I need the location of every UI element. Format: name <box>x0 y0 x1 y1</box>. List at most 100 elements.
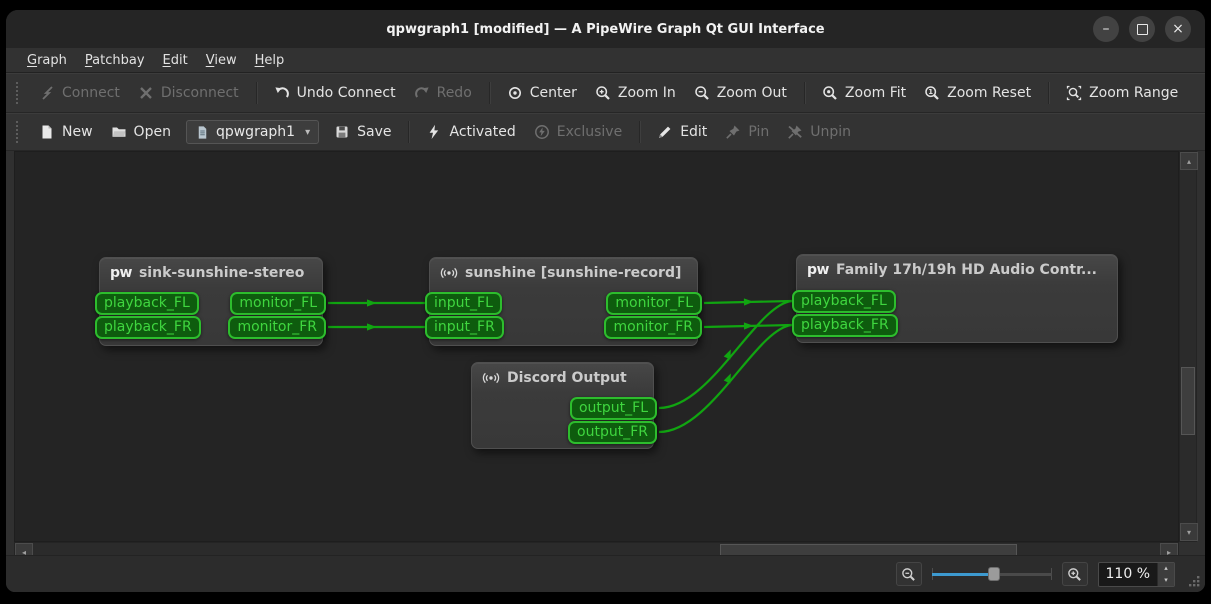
unpin-button[interactable]: Unpin <box>778 119 860 145</box>
zoom-percent-spinbox[interactable]: 110 % ▴ ▾ <box>1098 562 1175 587</box>
app-window: qpwgraph1 [modified] — A PipeWire Graph … <box>6 10 1205 592</box>
window-controls: – × <box>1093 16 1191 42</box>
scroll-down-button[interactable]: ▾ <box>1180 523 1198 541</box>
menu-view[interactable]: View <box>197 51 246 70</box>
connect-button[interactable]: Connect <box>30 80 129 106</box>
maximize-icon <box>1137 24 1148 35</box>
disconnect-icon <box>138 85 154 101</box>
zoom-range-button[interactable]: Zoom Range <box>1057 80 1187 106</box>
zoom-percent-value[interactable]: 110 % <box>1099 563 1157 586</box>
toolbar-main: Connect Disconnect Undo Connect Redo Cen… <box>6 73 1205 113</box>
port-input[interactable]: playback_FL <box>792 290 896 313</box>
port-input[interactable]: playback_FR <box>792 314 898 337</box>
pin-icon <box>725 124 741 140</box>
zoom-fit-icon <box>822 85 838 101</box>
arrow-down-icon: ▾ <box>1158 576 1174 584</box>
port-output[interactable]: output_FL <box>570 397 657 420</box>
port-output[interactable]: monitor_FR <box>228 316 326 339</box>
toolbar-separator <box>639 121 640 143</box>
save-button[interactable]: Save <box>325 119 400 145</box>
close-button[interactable]: × <box>1165 16 1191 42</box>
toolbar-drag-handle[interactable] <box>16 82 22 104</box>
center-icon <box>507 85 523 101</box>
arrow-down-icon: ▾ <box>1187 528 1191 537</box>
zoom-slider[interactable] <box>932 564 1052 584</box>
cable-arrow-icon <box>744 298 754 305</box>
undo-icon <box>274 85 290 101</box>
port-input[interactable]: input_FL <box>425 292 502 315</box>
titlebar[interactable]: qpwgraph1 [modified] — A PipeWire Graph … <box>6 10 1205 48</box>
patchbay-combobox-value: qpwgraph1 <box>216 124 295 140</box>
port-output[interactable]: monitor_FL <box>230 292 326 315</box>
center-button[interactable]: Center <box>498 80 586 106</box>
menu-graph[interactable]: Graph <box>18 51 76 70</box>
zoom-reset-button[interactable]: 1 Zoom Reset <box>915 80 1040 106</box>
port-input[interactable]: playback_FL <box>95 292 199 315</box>
menu-patchbay[interactable]: Patchbay <box>76 51 154 70</box>
node-header[interactable]: pw Family 17h/19h HD Audio Contr... <box>797 255 1117 285</box>
zoom-out-small-button[interactable] <box>896 562 922 586</box>
port-input[interactable]: playback_FR <box>95 316 201 339</box>
vertical-scroll-thumb[interactable] <box>1181 367 1195 435</box>
node-header[interactable]: pw sink-sunshine-stereo <box>100 258 322 288</box>
save-icon <box>334 124 350 140</box>
open-folder-icon <box>111 124 127 140</box>
port-output[interactable]: monitor_FR <box>604 316 702 339</box>
statusbar: 110 % ▴ ▾ <box>6 555 1205 592</box>
new-button[interactable]: New <box>30 119 102 145</box>
svg-text:1: 1 <box>928 88 933 96</box>
edit-pencil-icon <box>657 124 673 140</box>
node-title: sunshine [sunshine-record] <box>465 265 681 281</box>
spin-up-button[interactable]: ▴ <box>1158 563 1174 575</box>
scroll-up-button[interactable]: ▴ <box>1180 152 1198 170</box>
toolbar-separator <box>408 121 409 143</box>
node-title: Family 17h/19h HD Audio Contr... <box>836 262 1097 278</box>
toolbar-drag-handle[interactable] <box>16 121 22 143</box>
broadcast-icon <box>482 370 500 386</box>
maximize-button[interactable] <box>1129 16 1155 42</box>
menu-edit[interactable]: Edit <box>154 51 197 70</box>
graph-viewport[interactable]: pw sink-sunshine-stereo sunshine [sunshi… <box>14 151 1179 542</box>
activated-button[interactable]: Activated <box>417 119 524 145</box>
edit-button[interactable]: Edit <box>648 119 716 145</box>
port-input[interactable]: input_FR <box>425 316 504 339</box>
minimize-icon: – <box>1103 22 1110 36</box>
exclusive-button[interactable]: Exclusive <box>525 119 631 145</box>
vertical-scrollbar[interactable]: ▴ ▾ <box>1179 151 1197 542</box>
zoom-in-icon <box>595 85 611 101</box>
connect-icon <box>39 85 55 101</box>
node-header[interactable]: sunshine [sunshine-record] <box>430 258 697 288</box>
port-output[interactable]: monitor_FL <box>606 292 702 315</box>
toolbar-separator <box>489 82 490 104</box>
patchbay-combobox[interactable]: qpwgraph1 ▾ <box>186 120 319 144</box>
zoom-fit-button[interactable]: Zoom Fit <box>813 80 915 106</box>
menubar: Graph Patchbay Edit View Help <box>6 48 1205 73</box>
cable-arrow-icon <box>367 323 377 330</box>
pin-button[interactable]: Pin <box>716 119 778 145</box>
unpin-icon <box>787 124 803 140</box>
zoom-in-button[interactable]: Zoom In <box>586 80 685 106</box>
pipewire-icon: pw <box>807 262 829 278</box>
zoom-in-small-button[interactable] <box>1062 562 1088 586</box>
disconnect-button[interactable]: Disconnect <box>129 80 248 106</box>
redo-button[interactable]: Redo <box>405 80 481 106</box>
toolbar-file: New Open qpwgraph1 ▾ Save Activated Excl… <box>6 113 1205 151</box>
zoom-out-button[interactable]: Zoom Out <box>685 80 796 106</box>
undo-connect-button[interactable]: Undo Connect <box>265 80 405 106</box>
slider-handle[interactable] <box>988 567 1000 581</box>
menu-help[interactable]: Help <box>246 51 294 70</box>
open-button[interactable]: Open <box>102 119 180 145</box>
cable-arrow-icon <box>367 299 377 306</box>
slider-fill <box>932 573 994 576</box>
activated-bolt-icon <box>426 124 442 140</box>
toolbar-separator <box>804 82 805 104</box>
spin-down-button[interactable]: ▾ <box>1158 574 1174 586</box>
resize-grip[interactable] <box>1188 575 1201 588</box>
minimize-button[interactable]: – <box>1093 16 1119 42</box>
window-title: qpwgraph1 [modified] — A PipeWire Graph … <box>386 22 824 37</box>
node-header[interactable]: Discord Output <box>472 363 653 393</box>
zoom-out-icon <box>694 85 710 101</box>
port-output[interactable]: output_FR <box>568 421 657 444</box>
node-title: sink-sunshine-stereo <box>139 265 304 281</box>
broadcast-icon <box>440 265 458 281</box>
